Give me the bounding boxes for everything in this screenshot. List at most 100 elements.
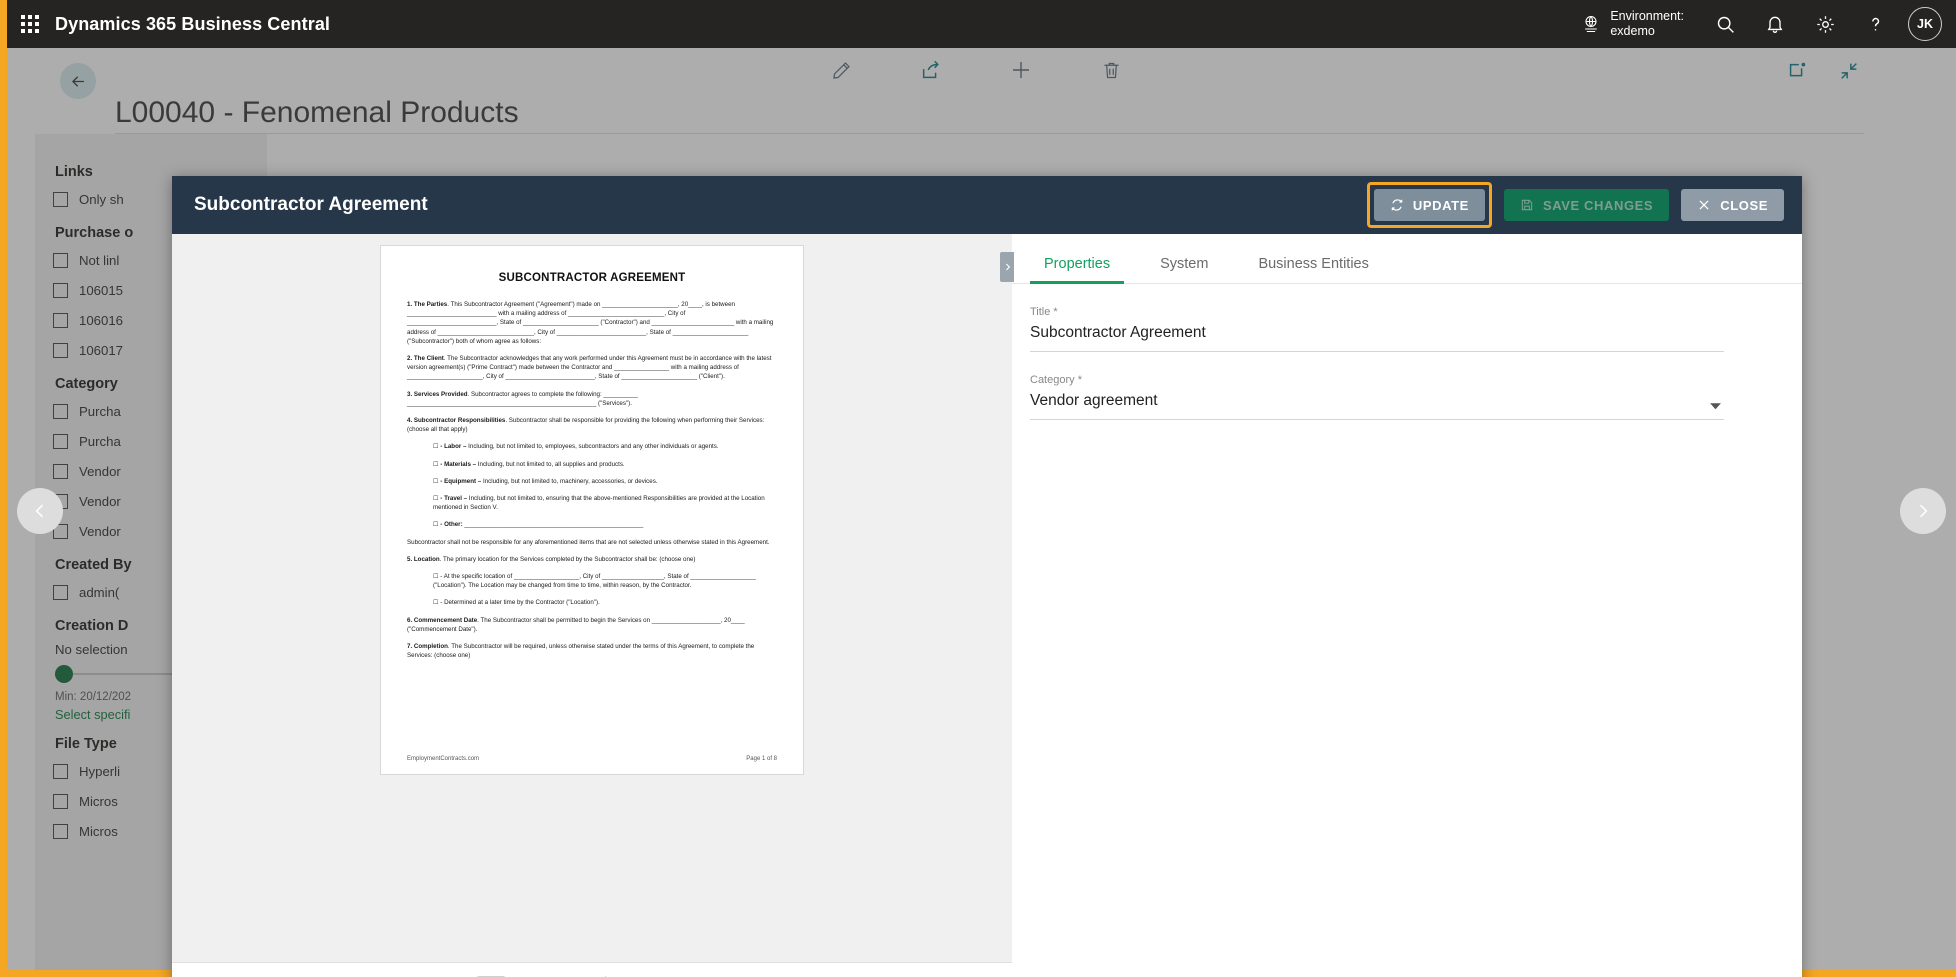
checkbox-icon[interactable] xyxy=(53,343,68,358)
next-page-button[interactable] xyxy=(541,972,585,977)
tab-business-entities[interactable]: Business Entities xyxy=(1244,256,1382,283)
modal-header: Subcontractor Agreement UPDATE SAVE CHAN… xyxy=(172,176,1802,234)
pdf-paragraph-text: . The primary location for the Services … xyxy=(439,555,696,563)
previous-record-button[interactable] xyxy=(17,488,63,534)
filter-option-label: Micros xyxy=(79,824,118,839)
trash-icon[interactable] xyxy=(1097,53,1125,87)
top-navigation-bar: Dynamics 365 Business Central Environmen… xyxy=(7,0,1956,48)
previous-page-button[interactable] xyxy=(426,972,470,977)
pdf-checkbox-item: ☐ - Other: _____________________________… xyxy=(433,520,777,529)
modal-title: Subcontractor Agreement xyxy=(194,194,428,215)
bell-icon[interactable] xyxy=(1752,0,1798,48)
plus-icon[interactable] xyxy=(1007,53,1035,87)
zoom-in-icon[interactable] xyxy=(626,972,670,977)
pdf-checkbox-item: ☐ - Materials – Including, but not limit… xyxy=(433,460,777,469)
document-viewer-modal: Subcontractor Agreement UPDATE SAVE CHAN… xyxy=(172,176,1802,977)
pdf-paragraph-number: 1. The Parties xyxy=(407,301,448,308)
checkbox-glyph: ☐ xyxy=(433,521,439,529)
pdf-page-canvas[interactable]: SUBCONTRACTOR AGREEMENT 1. The Parties. … xyxy=(380,245,804,775)
pdf-checkbox-bold: - Other: xyxy=(440,521,463,529)
pdf-paragraph-text: . The Subcontractor acknowledges that an… xyxy=(407,355,772,381)
category-select[interactable] xyxy=(1030,392,1724,420)
app-launcher-icon[interactable] xyxy=(19,13,41,35)
checkbox-glyph: ☐ xyxy=(433,495,439,503)
properties-tabs: Properties System Business Entities xyxy=(1012,234,1802,284)
back-arrow-icon[interactable] xyxy=(60,63,96,99)
environment-indicator[interactable]: Environment: exdemo xyxy=(1581,9,1684,39)
pdf-checkbox-bold: - Materials – xyxy=(440,460,477,468)
pdf-paragraph: 1. The Parties. This Subcontractor Agree… xyxy=(407,300,777,346)
checkbox-glyph: ☐ xyxy=(433,573,439,581)
checkbox-icon[interactable] xyxy=(53,192,68,207)
pdf-checkbox-text: - At the specific location of __________… xyxy=(433,573,756,590)
checkbox-glyph: ☐ xyxy=(433,477,439,485)
checkbox-glyph: ☐ xyxy=(433,443,439,451)
pdf-checkbox-item: ☐ - Labor – Including, but not limited t… xyxy=(433,442,777,451)
checkbox-icon[interactable] xyxy=(53,434,68,449)
category-field-label: Category * xyxy=(1030,374,1082,386)
checkbox-icon[interactable] xyxy=(53,404,68,419)
filter-option-label: Vendor xyxy=(79,494,121,509)
pdf-paragraph: 4. Subcontractor Responsibilities. Subco… xyxy=(407,416,777,434)
pdf-paragraph-number: 5. Location xyxy=(407,555,440,563)
filter-option-label: 106015 xyxy=(79,283,124,298)
zoom-out-icon[interactable] xyxy=(714,972,758,977)
checkbox-glyph: ☐ xyxy=(433,599,439,607)
tab-system[interactable]: System xyxy=(1146,256,1222,283)
pdf-paragraph-text: . The Subcontractor will be required, un… xyxy=(407,643,755,660)
tab-properties[interactable]: Properties xyxy=(1030,256,1125,284)
save-changes-button[interactable]: SAVE CHANGES xyxy=(1503,189,1670,221)
pdf-viewer-toolbar: 1 of 8 xyxy=(172,962,1012,977)
checkbox-icon[interactable] xyxy=(53,313,68,328)
modal-button-group: UPDATE SAVE CHANGES CLOSE xyxy=(1366,182,1784,228)
pdf-footer-page-number: Page 1 of 8 xyxy=(746,756,777,762)
panel-collapse-handle[interactable] xyxy=(1000,252,1014,282)
share-icon[interactable] xyxy=(917,53,945,87)
filter-option-label: 106017 xyxy=(79,343,124,358)
category-field-group: Category * xyxy=(1030,374,1724,420)
pdf-paragraph-number: 2. The Client xyxy=(407,355,444,363)
slider-handle[interactable] xyxy=(55,665,73,683)
fit-to-screen-icon[interactable] xyxy=(670,972,714,977)
title-input[interactable] xyxy=(1030,324,1724,352)
pencil-icon[interactable] xyxy=(827,53,855,87)
pdf-checkbox-text: Including, but not limited to, ensuring … xyxy=(433,495,765,512)
pdf-checkbox-text: Including, but not limited to, all suppl… xyxy=(476,460,625,468)
pdf-paragraph-number: 3. Services Provided xyxy=(407,390,468,398)
pdf-checkbox-text: - Determined at a later time by the Cont… xyxy=(440,599,600,607)
chevron-down-icon[interactable] xyxy=(1709,402,1722,411)
close-button[interactable]: CLOSE xyxy=(1681,189,1784,221)
page-window-actions xyxy=(1782,56,1864,86)
app-title: Dynamics 365 Business Central xyxy=(55,13,331,34)
environment-label: Environment: xyxy=(1610,9,1684,23)
open-new-window-icon[interactable] xyxy=(1782,56,1812,86)
checkbox-icon[interactable] xyxy=(53,764,68,779)
search-icon[interactable] xyxy=(1702,0,1748,48)
environment-value: exdemo xyxy=(1610,24,1655,38)
avatar[interactable]: JK xyxy=(1908,7,1942,41)
update-button-label: UPDATE xyxy=(1412,197,1469,213)
next-record-button[interactable] xyxy=(1900,488,1946,534)
pdf-checkbox-bold: - Labor – xyxy=(440,443,467,451)
pdf-checkbox-item: ☐ - Equipment – Including, but not limit… xyxy=(433,477,777,486)
checkbox-icon[interactable] xyxy=(53,464,68,479)
checkbox-icon[interactable] xyxy=(53,283,68,298)
title-field-group: Title * xyxy=(1030,306,1724,352)
pdf-checkbox-item: ☐ - Travel – Including, but not limited … xyxy=(433,494,777,512)
app-root: Dynamics 365 Business Central Environmen… xyxy=(0,0,1956,977)
checkbox-icon[interactable] xyxy=(53,585,68,600)
update-button[interactable]: UPDATE xyxy=(1373,189,1485,221)
modal-body: SUBCONTRACTOR AGREEMENT 1. The Parties. … xyxy=(172,234,1802,977)
question-mark-icon[interactable] xyxy=(1852,0,1898,48)
checkbox-icon[interactable] xyxy=(53,253,68,268)
collapse-diagonal-icon[interactable] xyxy=(1834,56,1864,86)
page-action-toolbar xyxy=(827,53,1125,87)
checkbox-icon[interactable] xyxy=(53,824,68,839)
close-button-label: CLOSE xyxy=(1720,197,1768,213)
update-button-focus-ring: UPDATE xyxy=(1366,182,1492,228)
pdf-paragraph-number: 6. Commencement Date xyxy=(407,616,478,624)
pdf-document-heading: SUBCONTRACTOR AGREEMENT xyxy=(498,272,686,284)
pdf-note: Subcontractor shall not be responsible f… xyxy=(407,538,770,546)
gear-icon[interactable] xyxy=(1802,0,1848,48)
checkbox-icon[interactable] xyxy=(53,794,68,809)
